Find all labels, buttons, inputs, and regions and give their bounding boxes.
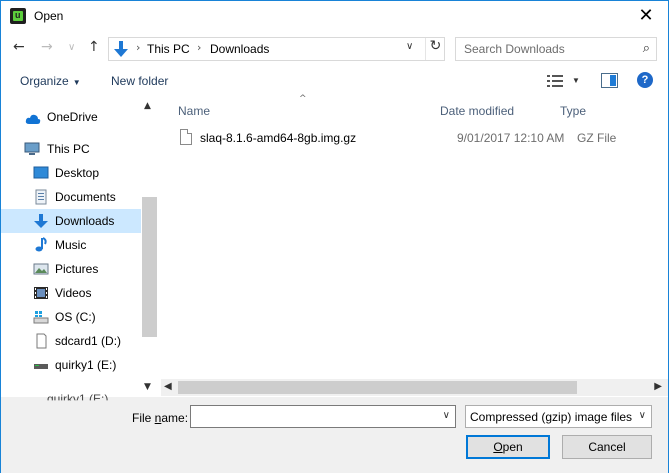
- file-name-label-part: ame:: [161, 411, 189, 425]
- forward-button[interactable]: →: [41, 39, 53, 55]
- sidebar-item-downloads[interactable]: Downloads: [1, 209, 141, 233]
- file-name: slaq-8.1.6-amd64-8gb.img.gz: [200, 131, 357, 145]
- sidebar-item-label: Documents: [55, 190, 116, 204]
- preview-pane-icon[interactable]: [601, 73, 618, 88]
- sidebar-item-label: OneDrive: [47, 110, 98, 124]
- file-row[interactable]: slaq-8.1.6-amd64-8gb.img.gz 9/01/2017 12…: [178, 127, 638, 149]
- help-icon[interactable]: ?: [637, 72, 653, 88]
- open-button-label: pen: [502, 440, 523, 454]
- back-button[interactable]: ←: [13, 39, 25, 55]
- file-icon: [180, 129, 192, 145]
- open-button[interactable]: Open: [466, 435, 550, 459]
- file-type-value: Compressed (gzip) image files (: [470, 410, 636, 424]
- breadcrumb-this-pc[interactable]: This PC: [147, 42, 190, 56]
- sidebar-item-onedrive[interactable]: OneDrive: [1, 105, 141, 129]
- chevron-down-icon: ▼: [72, 78, 81, 87]
- breadcrumb-chevron-icon[interactable]: ›: [136, 41, 140, 54]
- pictures-icon: [33, 263, 49, 275]
- view-options-icon[interactable]: [546, 73, 564, 89]
- new-folder-button[interactable]: New folder: [111, 74, 168, 88]
- file-type-select[interactable]: Compressed (gzip) image files ( ∨: [465, 405, 652, 428]
- sidebar-scroll-down-icon[interactable]: ▼: [144, 382, 151, 392]
- drive-icon: [33, 311, 49, 324]
- breadcrumb-chevron-icon[interactable]: ›: [197, 41, 201, 54]
- sidebar-item-videos[interactable]: Videos: [1, 281, 141, 305]
- sidebar-item-partial: quirky1 (E:): [47, 392, 109, 406]
- sidebar-item-desktop[interactable]: Desktop: [1, 161, 141, 185]
- close-button[interactable]: ✕: [634, 5, 658, 27]
- sidebar-item-label: Videos: [55, 286, 92, 300]
- sidebar-item-this-pc[interactable]: This PC: [1, 137, 141, 161]
- open-button-access-key: O: [493, 440, 503, 454]
- chevron-down-icon[interactable]: ∨: [639, 410, 646, 421]
- search-icon[interactable]: ⌕: [643, 41, 650, 56]
- navigation-bar: ← → ∨ ↑ › This PC › Downloads ∨ ↻ Search…: [1, 35, 668, 63]
- sidebar-item-label: OS (C:): [55, 310, 96, 324]
- desktop-icon: [33, 166, 49, 179]
- organize-button[interactable]: Organize ▼: [20, 74, 81, 88]
- sidebar-item-documents[interactable]: Documents: [1, 185, 141, 209]
- search-input[interactable]: Search Downloads: [464, 42, 565, 56]
- dialog-footer: quirky1 (E:) File name: ∨ Compressed (gz…: [1, 392, 668, 473]
- file-date-modified: 9/01/2017 12:10 AM: [457, 131, 565, 145]
- scrollbar-thumb[interactable]: [178, 381, 577, 394]
- sidebar-item-label: Music: [55, 238, 87, 252]
- address-dropdown-icon[interactable]: ∨: [406, 41, 413, 52]
- breadcrumb-downloads[interactable]: Downloads: [210, 42, 269, 56]
- column-header-name[interactable]: Name: [178, 104, 210, 118]
- sidebar-item-label: This PC: [47, 142, 90, 156]
- sidebar-item-label: quirky1 (E:): [55, 358, 117, 372]
- computer-icon: [24, 142, 40, 155]
- recent-locations-button[interactable]: ∨: [68, 42, 75, 53]
- file-name-input[interactable]: ∨: [190, 405, 456, 428]
- sidebar-item-label: sdcard1 (D:): [55, 334, 122, 348]
- app-icon: u: [10, 8, 26, 24]
- column-header-date-modified[interactable]: Date modified: [440, 104, 514, 118]
- organize-label: Organize: [20, 74, 69, 88]
- videos-icon: [34, 287, 48, 299]
- app-icon-letter: u: [15, 10, 21, 20]
- sdcard-icon: [36, 333, 47, 349]
- command-bar: Organize ▼ New folder ▼ ?: [1, 67, 668, 97]
- open-dialog: u Open ✕ ← → ∨ ↑ › This PC › Downloads ∨…: [0, 0, 669, 473]
- scroll-left-icon[interactable]: ◀: [164, 381, 172, 392]
- scroll-right-icon[interactable]: ▶: [654, 381, 662, 392]
- sidebar-item-os-c[interactable]: OS (C:): [1, 305, 141, 329]
- file-list: Name ^ Date modified Type slaq-8.1.6-amd…: [161, 94, 668, 397]
- search-box[interactable]: Search Downloads ⌕: [455, 37, 657, 61]
- file-name-label: File name:: [132, 411, 188, 425]
- sidebar-item-music[interactable]: Music: [1, 233, 141, 257]
- horizontal-scrollbar[interactable]: ◀ ▶: [161, 379, 668, 396]
- window-title: Open: [34, 9, 64, 23]
- sidebar-item-label: Pictures: [55, 262, 99, 276]
- up-button[interactable]: ↑: [88, 39, 100, 55]
- navigation-pane: ▲ OneDrive This PC Desktop Documents Dow…: [1, 97, 157, 397]
- title-bar: u Open ✕: [1, 1, 668, 31]
- sidebar-item-sdcard1[interactable]: sdcard1 (D:): [1, 329, 141, 353]
- view-dropdown-icon[interactable]: ▼: [572, 76, 580, 85]
- cloud-icon: [25, 114, 41, 124]
- usb-drive-icon: [34, 364, 48, 369]
- sidebar-item-pictures[interactable]: Pictures: [1, 257, 141, 281]
- chevron-down-icon[interactable]: ∨: [443, 410, 450, 421]
- refresh-button[interactable]: ↻: [425, 38, 445, 60]
- sidebar-scrollbar-thumb[interactable]: [142, 197, 157, 337]
- download-icon: [34, 214, 48, 228]
- sidebar-item-label: Downloads: [55, 214, 115, 228]
- address-bar[interactable]: › This PC › Downloads ∨ ↻: [108, 37, 445, 61]
- music-icon: [35, 237, 47, 252]
- cancel-button[interactable]: Cancel: [562, 435, 652, 459]
- documents-icon: [35, 189, 47, 205]
- sidebar-scroll-up-icon[interactable]: ▲: [144, 101, 151, 111]
- file-type: GZ File: [577, 131, 617, 145]
- file-name-label-part: File: [132, 411, 155, 425]
- sort-ascending-icon: ^: [299, 94, 307, 104]
- sidebar-item-label: Desktop: [55, 166, 100, 180]
- download-icon: [114, 41, 128, 57]
- sidebar-item-quirky1[interactable]: quirky1 (E:): [1, 353, 141, 377]
- column-header-type[interactable]: Type: [560, 104, 586, 118]
